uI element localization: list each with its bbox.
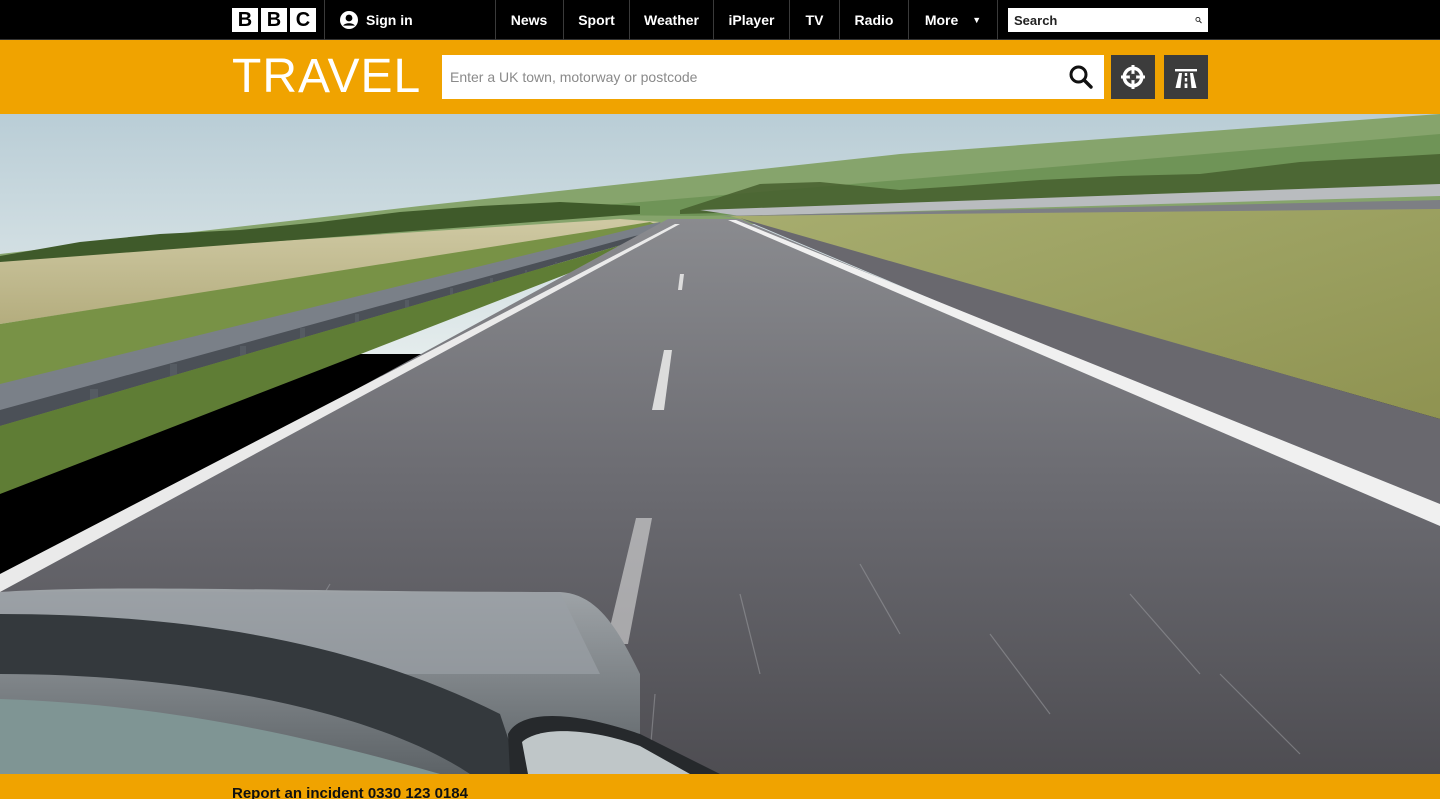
global-search xyxy=(1008,8,1208,32)
nav-divider xyxy=(324,0,325,40)
nav-iplayer[interactable]: iPlayer xyxy=(714,0,789,40)
sign-in-link[interactable]: Sign in xyxy=(340,0,413,40)
crosshair-icon xyxy=(1121,65,1145,89)
report-incident-bar: Report an incident 0330 123 0184 xyxy=(0,774,1440,799)
location-search-input[interactable] xyxy=(442,57,1066,97)
motorways-button[interactable] xyxy=(1164,55,1208,99)
bbc-logo-letter: C xyxy=(290,8,316,32)
hero-image xyxy=(0,114,1440,774)
nav-tv[interactable]: TV xyxy=(790,0,839,40)
sign-in-label: Sign in xyxy=(366,12,413,28)
global-search-input[interactable] xyxy=(1008,9,1195,31)
nav-radio[interactable]: Radio xyxy=(840,0,908,40)
travel-header: TRAVEL xyxy=(0,40,1440,114)
nav-more[interactable]: More ▼ xyxy=(909,0,997,40)
nav-divider xyxy=(997,0,998,40)
caret-down-icon: ▼ xyxy=(972,15,982,25)
global-navigation: B B C Sign in News Sport Weather iPlayer… xyxy=(0,0,1440,40)
bbc-logo-letter: B xyxy=(261,8,287,32)
locate-me-button[interactable] xyxy=(1111,55,1155,99)
motorway-photo xyxy=(0,114,1440,774)
nav-more-label: More xyxy=(924,12,959,28)
bbc-logo-letter: B xyxy=(232,8,258,32)
search-icon[interactable] xyxy=(1195,11,1202,29)
bbc-logo[interactable]: B B C xyxy=(232,8,316,32)
nav-news[interactable]: News xyxy=(496,0,562,40)
report-incident-link[interactable]: Report an incident 0330 123 0184 xyxy=(232,785,468,799)
nav-sport[interactable]: Sport xyxy=(564,0,629,40)
page-title[interactable]: TRAVEL xyxy=(232,50,421,104)
travel-search xyxy=(442,55,1104,99)
nav-weather[interactable]: Weather xyxy=(630,0,713,40)
search-icon[interactable] xyxy=(1066,62,1096,92)
motorway-icon xyxy=(1175,69,1197,88)
user-icon xyxy=(340,11,358,29)
